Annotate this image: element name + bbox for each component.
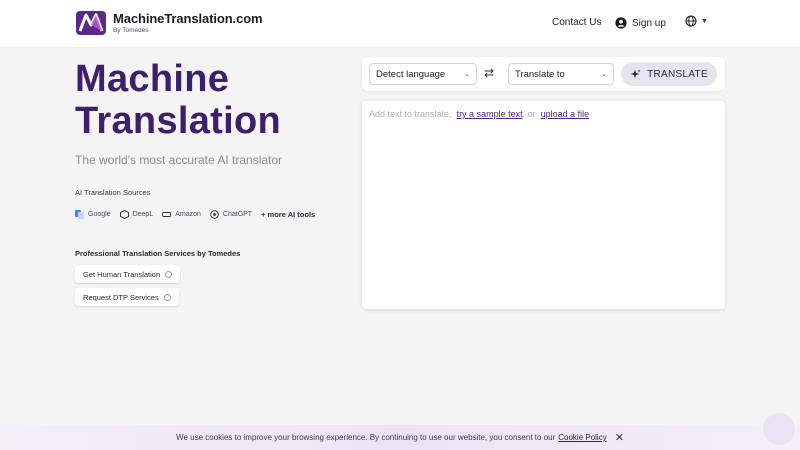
or-text: , or <box>522 109 536 119</box>
source-amazon-label: Amazon <box>175 211 201 218</box>
amazon-icon <box>162 212 172 217</box>
target-language-value: Translate to <box>515 68 565 80</box>
source-text-area[interactable]: Add text to translate, try a sample text… <box>362 101 725 309</box>
caret-down-icon: ▼ <box>701 17 708 25</box>
chatgpt-icon <box>210 210 219 219</box>
cookie-policy-link[interactable]: Cookie Policy <box>558 433 606 442</box>
source-language-select[interactable]: Detect language ⌄ <box>369 63 477 85</box>
request-dtp-services-label: Request DTP Services <box>83 292 159 302</box>
chevron-down-icon: ⌄ <box>464 71 470 78</box>
hero-subtitle: The world's most accurate AI translator <box>75 153 283 167</box>
deepl-icon <box>119 210 129 219</box>
info-icon <box>163 293 171 301</box>
logo-icon[interactable] <box>76 11 106 35</box>
get-human-translation-label: Get Human Translation <box>83 269 161 279</box>
request-dtp-services-button[interactable]: Request DTP Services <box>75 288 179 306</box>
brand-name[interactable]: MachineTranslation.com <box>113 11 263 26</box>
sign-up-label: Sign up <box>632 17 666 29</box>
ai-sources-list: Google DeepL Amazon ChatGPT + more AI to… <box>75 210 315 219</box>
ai-sources-label: AI Translation Sources <box>75 188 151 197</box>
text-area-prompt: Add text to translate, try a sample text… <box>369 109 589 119</box>
source-google-label: Google <box>88 211 111 218</box>
source-chatgpt: ChatGPT <box>210 210 252 219</box>
close-icon[interactable]: ✕ <box>615 431 624 444</box>
get-human-translation-button[interactable]: Get Human Translation <box>75 265 181 283</box>
chevron-down-icon: ⌄ <box>601 71 607 78</box>
swap-languages-icon[interactable]: ⇄ <box>484 66 494 80</box>
more-ai-tools-link[interactable]: + more AI tools <box>261 210 315 219</box>
top-header: MachineTranslation.com By Tomedes Contac… <box>0 0 800 48</box>
google-translate-icon <box>75 210 84 219</box>
translator-toolbar: Detect language ⌄ ⇄ Translate to ⌄ TRANS… <box>362 57 725 91</box>
cookie-banner: We use cookies to improve your browsing … <box>0 425 800 450</box>
hero-title-line-1: Machine <box>75 58 230 100</box>
source-chatgpt-label: ChatGPT <box>222 211 253 218</box>
user-icon <box>615 17 627 29</box>
sign-up-button[interactable]: Sign up <box>609 12 672 34</box>
source-deepl: DeepL <box>119 210 154 219</box>
hero-title: Machine Translation <box>75 58 355 142</box>
globe-icon <box>685 15 697 27</box>
language-selector[interactable]: ▼ <box>685 15 708 27</box>
info-icon <box>165 270 173 278</box>
pro-services-label: Professional Translation Services by Tom… <box>75 249 241 258</box>
cookie-text: We use cookies to improve your browsing … <box>176 433 556 442</box>
try-sample-text-link[interactable]: try a sample text <box>457 109 523 119</box>
prompt-text: Add text to translate, <box>369 109 452 119</box>
hero-title-line-2: Translation <box>75 100 282 142</box>
source-deepl-label: DeepL <box>132 211 154 218</box>
source-language-value: Detect language <box>376 68 446 80</box>
upload-file-link[interactable]: upload a file <box>541 109 590 119</box>
translate-button[interactable]: TRANSLATE <box>621 62 717 86</box>
source-amazon: Amazon <box>162 210 201 219</box>
chat-widget-button[interactable] <box>763 413 795 445</box>
target-language-select[interactable]: Translate to ⌄ <box>508 63 614 85</box>
sparkle-icon <box>630 69 641 78</box>
translate-button-label: TRANSLATE <box>647 68 708 80</box>
source-google: Google <box>75 210 111 219</box>
contact-us-link[interactable]: Contact Us <box>552 17 601 28</box>
brand-subtitle: By Tomedes <box>113 27 149 34</box>
